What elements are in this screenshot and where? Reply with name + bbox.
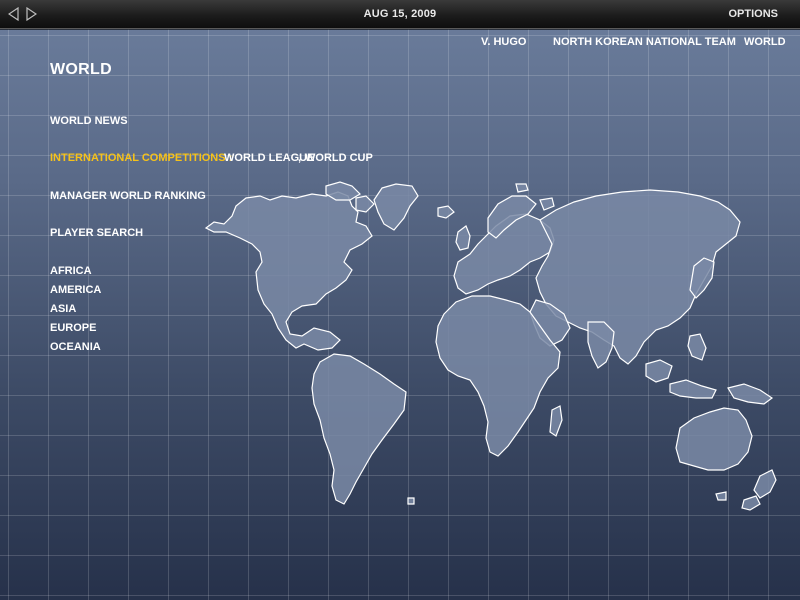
madagascar-shape[interactable] — [549, 405, 563, 437]
uk-shape[interactable] — [455, 225, 471, 251]
south-america-shape[interactable] — [311, 353, 407, 505]
top-bar: AUG 15, 2009 OPTIONS — [0, 0, 800, 29]
back-button[interactable] — [6, 5, 20, 23]
new-guinea-shape[interactable] — [727, 383, 774, 405]
region-asia-link[interactable]: ASIA — [50, 303, 76, 315]
options-button[interactable]: OPTIONS — [728, 8, 778, 20]
international-competitions-label: INTERNATIONAL COMPETITIONS : — [50, 152, 233, 164]
manager-world-ranking-link[interactable]: MANAGER WORLD RANKING — [50, 190, 206, 202]
forward-button[interactable] — [24, 5, 38, 23]
philippines-shape[interactable] — [687, 333, 707, 361]
small-island-shape-3[interactable] — [715, 491, 727, 501]
north-america-shape[interactable] — [204, 191, 373, 351]
history-navigation — [6, 5, 38, 23]
india-shape[interactable] — [587, 321, 615, 369]
world-section-link[interactable]: WORLD — [744, 36, 786, 48]
triangle-left-icon — [7, 7, 19, 21]
world-cup-link[interactable]: WORLD CUP — [305, 152, 373, 164]
greenland-shape[interactable] — [373, 183, 419, 231]
iceland-shape[interactable] — [437, 205, 455, 219]
team-link[interactable]: NORTH KOREAN NATIONAL TEAM — [553, 36, 736, 48]
new-zealand-shape-2[interactable] — [741, 495, 761, 511]
region-oceania-link[interactable]: OCEANIA — [50, 341, 101, 353]
arctic-islands-shape-2[interactable] — [355, 195, 375, 213]
australia-shape[interactable] — [675, 407, 753, 471]
arctic-islands-shape[interactable] — [325, 181, 361, 201]
small-island-shape-4[interactable] — [407, 497, 415, 505]
small-island-shape[interactable] — [515, 183, 529, 193]
triangle-right-icon — [25, 7, 37, 21]
indonesia-shape[interactable] — [669, 379, 717, 399]
header-breadcrumb: V. HUGO NORTH KOREAN NATIONAL TEAM WORLD — [0, 36, 800, 52]
player-search-link[interactable]: PLAYER SEARCH — [50, 227, 143, 239]
new-zealand-shape[interactable] — [753, 469, 777, 499]
world-map — [204, 181, 777, 511]
page-title: WORLD — [50, 61, 112, 78]
southeast-asia-islands-shape[interactable] — [645, 359, 673, 383]
competition-separator: , — [298, 152, 302, 164]
small-island-shape-2[interactable] — [539, 197, 555, 211]
region-america-link[interactable]: AMERICA — [50, 284, 101, 296]
region-europe-link[interactable]: EUROPE — [50, 322, 96, 334]
current-date: AUG 15, 2009 — [363, 8, 437, 20]
manager-name-link[interactable]: V. HUGO — [481, 36, 526, 48]
region-africa-link[interactable]: AFRICA — [50, 265, 92, 277]
world-news-link[interactable]: WORLD NEWS — [50, 115, 128, 127]
